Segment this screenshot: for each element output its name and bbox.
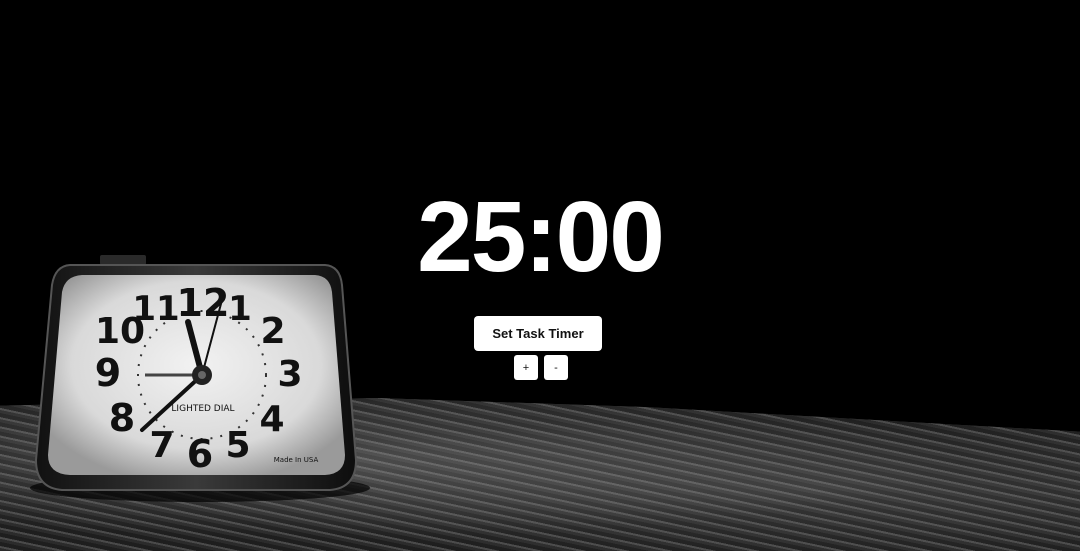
clock-number: 2 [260, 311, 285, 352]
increment-timer-button[interactable]: + [514, 355, 538, 380]
clock-number: 3 [277, 354, 302, 395]
clock-number: 9 [95, 351, 121, 395]
set-task-timer-button[interactable]: Set Task Timer [474, 316, 602, 351]
countdown-timer-display: 25:00 [417, 181, 665, 293]
clock-number: 5 [225, 425, 250, 466]
clock-number: 1 [228, 289, 252, 329]
clock-number: 4 [259, 399, 284, 440]
clock-number: 6 [187, 432, 213, 476]
clock-maker-label: Made In USA [274, 456, 319, 464]
decrement-timer-button[interactable]: - [544, 355, 568, 380]
clock-face-label: LIGHTED DIAL [171, 404, 234, 414]
clock-number: 11 [132, 289, 179, 329]
clock-number: 8 [109, 396, 135, 440]
clock-number: 7 [149, 425, 174, 466]
